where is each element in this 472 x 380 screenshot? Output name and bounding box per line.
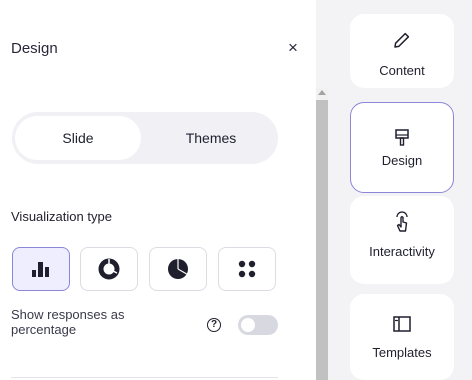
rail-label-interactivity: Interactivity [369, 244, 435, 259]
scrollbar-thumb[interactable] [316, 100, 328, 380]
help-icon[interactable]: ? [207, 318, 221, 332]
pencil-icon [394, 32, 410, 48]
rail-label-templates: Templates [372, 345, 432, 360]
divider [11, 377, 278, 378]
close-button[interactable]: × [284, 39, 302, 57]
tab-themes[interactable]: Themes [148, 116, 274, 160]
rail-label-design: Design [381, 153, 423, 168]
rail-item-design[interactable]: Design [350, 102, 454, 193]
viz-donut-button[interactable] [80, 247, 138, 291]
rail-label-content: Content [379, 63, 425, 78]
scrollbar[interactable] [316, 88, 328, 380]
bar-chart-icon [32, 262, 49, 277]
rail-item-templates[interactable]: Templates [350, 294, 454, 380]
viz-dots-button[interactable] [218, 247, 276, 291]
scroll-up-arrow-icon[interactable] [318, 90, 326, 95]
viz-pie-button[interactable] [149, 247, 207, 291]
donut-chart-icon [98, 258, 120, 280]
slide-themes-toggle: Slide Themes [12, 112, 278, 164]
hand-pointer-icon [396, 211, 408, 232]
visualization-type-label: Visualization type [11, 209, 112, 224]
layout-template-icon [393, 316, 411, 332]
show-percentage-label: Show responses as percentage [11, 307, 125, 337]
viz-bar-button[interactable] [12, 247, 70, 291]
tab-slide[interactable]: Slide [15, 116, 141, 160]
rail-item-interactivity[interactable]: Interactivity [350, 196, 454, 284]
paint-brush-icon [395, 129, 409, 146]
dots-grid-icon [238, 260, 256, 278]
rail-item-content[interactable]: Content [350, 14, 454, 88]
pie-chart-icon [168, 259, 188, 279]
design-panel: Design × Slide Themes Visualization type [0, 0, 316, 380]
panel-title: Design [11, 40, 58, 57]
toggle-knob [241, 318, 255, 332]
percentage-toggle[interactable] [238, 315, 278, 335]
